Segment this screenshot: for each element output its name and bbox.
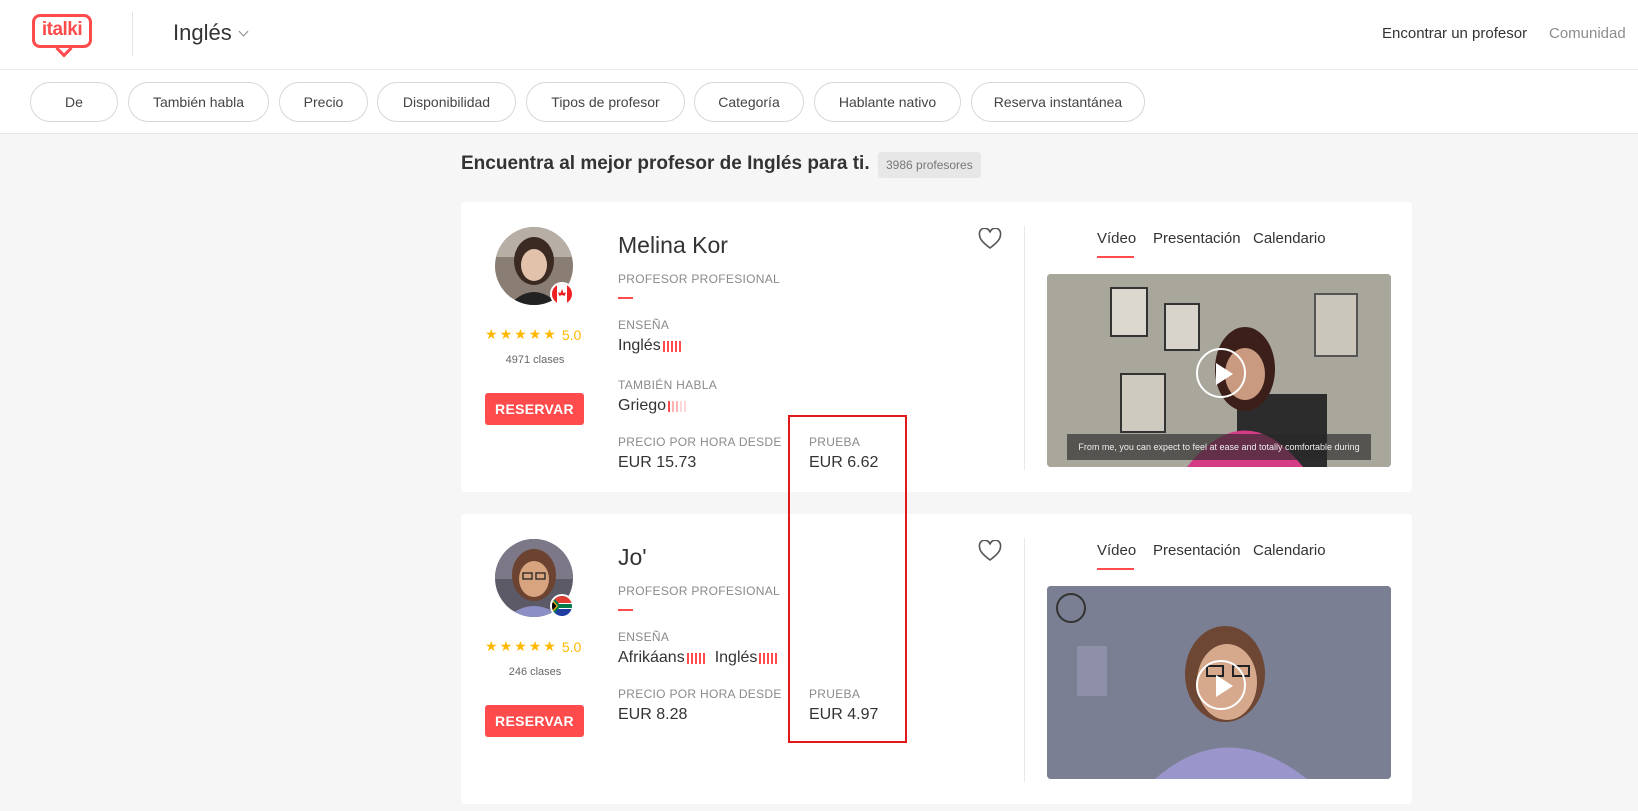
intro-video[interactable]	[1047, 586, 1391, 779]
teaches-label: ENSEÑA	[618, 318, 670, 332]
reserve-button[interactable]: RESERVAR	[485, 705, 584, 737]
language-selector[interactable]: Inglés	[173, 20, 249, 46]
also-speaks-label: TAMBIÉN HABLA	[618, 378, 718, 392]
filter-teacher-type[interactable]: Tipos de profesor	[526, 82, 685, 122]
page-title: Encuentra al mejor profesor de Inglés pa…	[461, 153, 870, 174]
trial-price-value: EUR 4.97	[809, 706, 879, 723]
active-tab-underline	[1097, 568, 1134, 570]
play-triangle	[1216, 363, 1233, 385]
play-triangle	[1216, 675, 1233, 697]
hourly-price-label: PRECIO POR HORA DESDE	[618, 435, 782, 449]
proficiency-bars-icon	[668, 400, 687, 412]
proficiency-bars-icon	[686, 652, 705, 664]
italki-logo[interactable]: italki	[32, 14, 94, 58]
rating-value: 5.0	[561, 638, 582, 655]
teacher-name[interactable]: Jo'	[618, 544, 647, 571]
reserve-button[interactable]: RESERVAR	[485, 393, 584, 425]
filter-bar: De También habla Precio Disponibilidad T…	[0, 70, 1638, 134]
play-icon[interactable]	[1196, 660, 1246, 710]
teacher-name[interactable]: Melina Kor	[618, 232, 728, 259]
teaches-label: ENSEÑA	[618, 630, 670, 644]
teacher-card: ★ ★ ★ ★ ★ 5.0 4971 clases RESERVAR Melin…	[461, 202, 1412, 492]
tab-calendar[interactable]: Calendario	[1253, 230, 1326, 247]
teaches-language: Inglés	[618, 337, 681, 355]
star-icon: ★	[485, 638, 498, 654]
star-icon: ★	[528, 638, 542, 654]
language-selector-label: Inglés	[173, 20, 232, 45]
star-rating: ★ ★ ★ ★ ★ 5.0	[485, 326, 581, 343]
also-speaks-language: Griego	[618, 397, 687, 415]
nav-find-teacher[interactable]: Encontrar un profesor	[1382, 25, 1527, 42]
filter-also-speaks[interactable]: También habla	[128, 82, 269, 122]
intro-video[interactable]: From me, you can expect to feel at ease …	[1047, 274, 1391, 467]
trial-price-value: EUR 6.62	[809, 454, 879, 471]
teacher-count-badge: 3986 profesores	[878, 152, 981, 178]
red-accent-line	[618, 297, 633, 299]
favorite-heart-icon[interactable]	[978, 227, 1002, 250]
favorite-heart-icon[interactable]	[978, 539, 1002, 562]
filter-instant-booking[interactable]: Reserva instantánea	[971, 82, 1145, 122]
canada-flag-icon	[550, 282, 574, 306]
teaches-language: Afrikáans Inglés	[618, 649, 778, 667]
trial-label: PRUEBA	[809, 687, 861, 701]
red-accent-line	[618, 609, 633, 611]
lesson-count: 246 clases	[508, 666, 562, 678]
star-icon: ★	[514, 638, 527, 654]
tab-video[interactable]: Vídeo	[1097, 542, 1136, 559]
trial-label: PRUEBA	[809, 435, 861, 449]
lesson-count: 4971 clases	[505, 354, 565, 366]
filter-price[interactable]: Precio	[279, 82, 368, 122]
top-navbar: italki Inglés Encontrar un profesor Comu…	[0, 0, 1638, 70]
professional-teacher-label: PROFESOR PROFESIONAL	[618, 272, 781, 286]
logo-text: italki	[41, 19, 83, 40]
language-name: Griego	[618, 397, 667, 414]
star-icon: ★	[528, 326, 542, 342]
hourly-price-value: EUR 15.73	[618, 454, 697, 471]
filter-native-speaker[interactable]: Hablante nativo	[814, 82, 961, 122]
professional-teacher-label: PROFESOR PROFESIONAL	[618, 584, 781, 598]
teacher-card: ★ ★ ★ ★ ★ 5.0 246 clases RESERVAR Jo' PR…	[461, 514, 1412, 804]
star-icon: ★	[543, 638, 556, 654]
language-name: Afrikáans	[618, 649, 685, 666]
star-icon: ★	[543, 326, 556, 342]
filter-availability[interactable]: Disponibilidad	[377, 82, 516, 122]
nav-community[interactable]: Comunidad	[1549, 25, 1626, 42]
tab-calendar[interactable]: Calendario	[1253, 542, 1326, 559]
filter-from[interactable]: De	[30, 82, 118, 122]
card-divider	[1024, 538, 1025, 782]
language-name: Inglés	[618, 337, 661, 354]
proficiency-bars-icon	[662, 340, 681, 352]
south-africa-flag-icon	[550, 594, 574, 618]
star-icon: ★	[514, 326, 527, 342]
star-icon: ★	[499, 326, 513, 342]
star-rating: ★ ★ ★ ★ ★ 5.0	[485, 638, 581, 655]
video-caption: From me, you can expect to feel at ease …	[1067, 434, 1371, 460]
chevron-down-icon	[238, 26, 249, 37]
star-icon: ★	[499, 638, 513, 654]
filter-category[interactable]: Categoría	[694, 82, 804, 122]
star-icon: ★	[485, 326, 498, 342]
card-divider	[1024, 226, 1025, 470]
hourly-price-label: PRECIO POR HORA DESDE	[618, 687, 782, 701]
active-tab-underline	[1097, 256, 1134, 258]
proficiency-bars-icon	[759, 652, 778, 664]
play-icon[interactable]	[1196, 348, 1246, 398]
rating-value: 5.0	[561, 326, 582, 343]
hourly-price-value: EUR 8.28	[618, 706, 688, 723]
header-divider	[132, 12, 133, 56]
tab-video[interactable]: Vídeo	[1097, 230, 1136, 247]
tab-presentation[interactable]: Presentación	[1153, 230, 1241, 247]
language-name: Inglés	[714, 649, 758, 666]
tab-presentation[interactable]: Presentación	[1153, 542, 1241, 559]
